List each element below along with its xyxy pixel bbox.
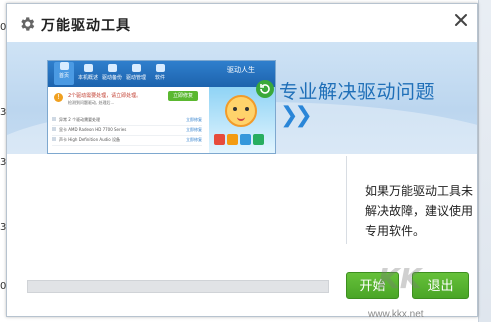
close-icon[interactable] (452, 11, 470, 29)
progress-bar (27, 280, 329, 293)
chevron-right-icon: ❯❯ (280, 103, 313, 128)
cartoon-mascot-icon (225, 95, 257, 127)
preview-app-tile (214, 134, 225, 145)
preview-app-tile (253, 134, 264, 145)
software-preview-screenshot: 首页 本机概述 驱动备份 驱动管理 软件 驱动人生 ! 2个驱动需要处理，请立即… (47, 60, 276, 154)
preview-nav-manage: 驱动管理 (126, 64, 146, 81)
gear-icon (21, 17, 35, 31)
divider (346, 156, 347, 244)
preview-app-tile (240, 134, 251, 145)
preview-alert-text: 2个驱动需要处理，请立即处理。 (68, 93, 142, 99)
preview-nav-backup: 驱动备份 (102, 64, 122, 81)
preview-app-tile (253, 153, 264, 154)
preview-nav-software: 软件 (150, 64, 170, 81)
preview-app-tile (240, 153, 251, 154)
preview-alert-sub: 检测到问题驱动, 处理后... (68, 100, 115, 105)
banner-headline: 专业解决驱动问题 (279, 81, 436, 103)
preview-nav-overview: 本机概述 (78, 64, 98, 81)
dialog-title: 万能驱动工具 (41, 18, 131, 34)
preview-nav-home: 首页 (54, 62, 74, 85)
background-window-right (478, 0, 491, 322)
preview-app-tile (227, 134, 238, 145)
preview-row: 异常 2 个驱动需要处理 立即修复 (52, 117, 202, 126)
site-watermark-logo: KK (378, 262, 422, 295)
preview-toolbar: 首页 本机概述 驱动备份 驱动管理 软件 驱动人生 (48, 61, 275, 87)
preview-app-tile (227, 153, 238, 154)
preview-brand: 驱动人生 (227, 66, 255, 74)
refresh-icon (256, 80, 274, 98)
preview-app-grid (213, 131, 271, 154)
watermark-url: www.kkx.net (368, 309, 424, 320)
description-text: 如果万能驱动工具未解决故障，建议使用专用软件。 (365, 184, 474, 238)
titlebar: 万能驱动工具 (7, 4, 477, 42)
preview-fix-button: 立即修复 (168, 91, 198, 101)
preview-app-tile (214, 153, 225, 154)
preview-row: 显卡 AMD Radeon HD 7700 Series 立即修复 (52, 127, 202, 136)
warning-icon: ! (54, 93, 63, 102)
promo-banner: 首页 本机概述 驱动备份 驱动管理 软件 驱动人生 ! 2个驱动需要处理，请立即… (7, 42, 477, 154)
preview-row: 声卡 High Definition Audio 设备 立即修复 (52, 137, 202, 146)
